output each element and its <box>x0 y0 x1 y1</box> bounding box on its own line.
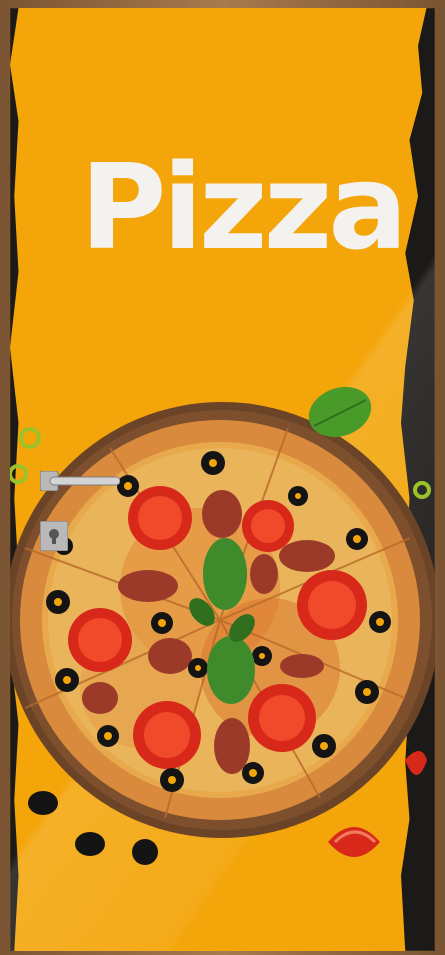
door-lock-icon <box>40 521 68 551</box>
door: Pizza <box>0 0 445 955</box>
door-handle-icon[interactable] <box>40 471 120 491</box>
poster-panel: Pizza <box>10 8 435 951</box>
